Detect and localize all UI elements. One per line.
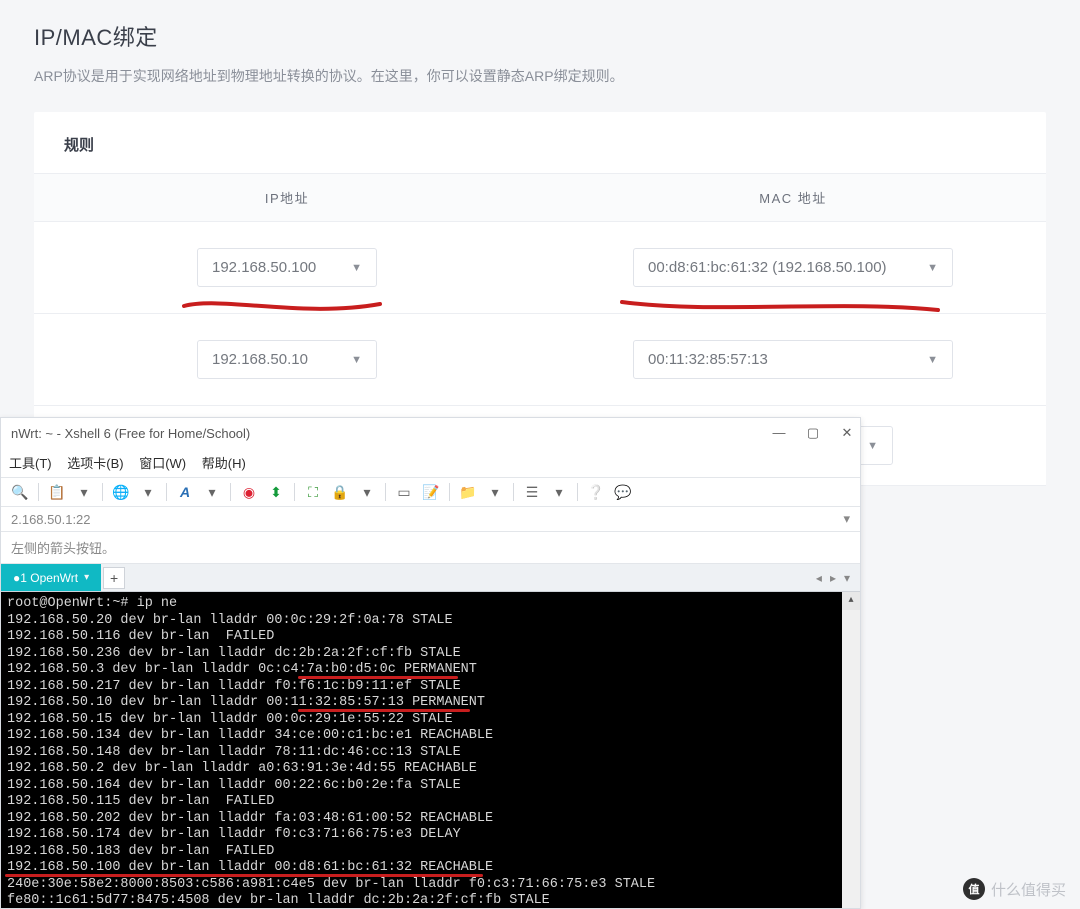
dropdown-icon[interactable]: ▾: [358, 483, 376, 501]
tab-menu-icon[interactable]: ▾: [844, 571, 850, 585]
terminal-line: 192.168.50.115 dev br-lan FAILED: [7, 794, 854, 811]
dropdown-icon[interactable]: ▾: [550, 483, 568, 501]
panel-title: 规则: [34, 112, 1046, 173]
mac-select[interactable]: 00:11:32:85:57:13 ▼: [633, 340, 953, 379]
window-title: nWrt: ~ - Xshell 6 (Free for Home/School…: [11, 426, 250, 441]
terminal-window: nWrt: ~ - Xshell 6 (Free for Home/School…: [0, 417, 861, 909]
lock-icon[interactable]: 🔒: [331, 483, 349, 501]
column-header-mac: MAC 地址: [540, 188, 1046, 207]
hint-text: 左侧的箭头按钮。: [1, 532, 860, 564]
terminal-line: fe80::1c61:5d77:8475:4508 dev br-lan lla…: [7, 893, 854, 908]
mac-value: 00:11:32:85:57:13: [648, 351, 768, 368]
copy-icon[interactable]: 📋: [48, 483, 66, 501]
terminal-line: 192.168.50.2 dev br-lan lladdr a0:63:91:…: [7, 761, 854, 778]
chevron-down-icon: ▼: [351, 262, 362, 274]
rule-row: 192.168.50.10 ▼ 00:11:32:85:57:13 ▼: [34, 314, 1046, 406]
terminal-line: 192.168.50.183 dev br-lan FAILED: [7, 844, 854, 861]
rule-row: 192.168.50.100 ▼ 00:d8:61:bc:61:32 (192.…: [34, 222, 1046, 314]
scroll-up-icon[interactable]: ▴: [842, 592, 860, 610]
terminal-output[interactable]: ▴ root@OpenWrt:~# ip ne 192.168.50.20 de…: [1, 592, 860, 908]
terminal-line: 192.168.50.202 dev br-lan lladdr fa:03:4…: [7, 811, 854, 828]
ip-select[interactable]: 192.168.50.10 ▼: [197, 340, 377, 379]
terminal-line: 192.168.50.20 dev br-lan lladdr 00:0c:29…: [7, 613, 854, 630]
chevron-down-icon: ▼: [927, 262, 938, 274]
menu-bar: 工具(T) 选项卡(B) 窗口(W) 帮助(H): [1, 448, 860, 478]
terminal-line: 192.168.50.134 dev br-lan lladdr 34:ce:0…: [7, 728, 854, 745]
minimize-button[interactable]: —: [772, 425, 786, 441]
terminal-line: 192.168.50.217 dev br-lan lladdr f0:f6:1…: [7, 679, 854, 696]
tab-next-icon[interactable]: ▸: [830, 571, 836, 585]
chevron-down-icon: ▼: [927, 354, 938, 366]
chat-icon[interactable]: 💬: [614, 483, 632, 501]
page-title: IP/MAC绑定: [34, 20, 1046, 52]
terminal-line: 192.168.50.148 dev br-lan lladdr 78:11:d…: [7, 745, 854, 762]
watermark: 值 什么值得买: [963, 878, 1066, 900]
ip-value: 192.168.50.100: [212, 259, 316, 276]
folder-icon[interactable]: 📁: [459, 483, 477, 501]
terminal-line: 192.168.50.236 dev br-lan lladdr dc:2b:2…: [7, 646, 854, 663]
terminal-line: root@OpenWrt:~# ip ne: [7, 596, 854, 613]
menu-help[interactable]: 帮助(H): [202, 456, 246, 471]
dropdown-icon[interactable]: ▾: [75, 483, 93, 501]
menu-tools[interactable]: 工具(T): [9, 456, 52, 471]
menu-tabs[interactable]: 选项卡(B): [67, 456, 123, 471]
terminal-line: 240e:30e:58e2:8000:8503:c586:a981:c4e5 d…: [7, 877, 854, 894]
transfer-icon[interactable]: ⬍: [267, 483, 285, 501]
dropdown-icon[interactable]: ▾: [139, 483, 157, 501]
new-tab-button[interactable]: +: [103, 567, 125, 589]
terminal-line: 192.168.50.164 dev br-lan lladdr 00:22:6…: [7, 778, 854, 795]
window-icon[interactable]: ▭: [395, 483, 413, 501]
record-icon[interactable]: ◉: [240, 483, 258, 501]
scrollbar[interactable]: ▴: [842, 592, 860, 908]
globe-icon[interactable]: 🌐: [112, 483, 130, 501]
properties-icon[interactable]: ☰: [523, 483, 541, 501]
watermark-text: 什么值得买: [991, 879, 1066, 900]
dropdown-icon[interactable]: ▾: [486, 483, 504, 501]
annotation-underline: [298, 709, 470, 712]
terminal-line: 192.168.50.116 dev br-lan FAILED: [7, 629, 854, 646]
column-header-ip: IP地址: [34, 188, 540, 207]
watermark-logo-icon: 值: [963, 878, 985, 900]
chevron-down-icon[interactable]: ▾: [843, 511, 850, 527]
script-icon[interactable]: 📝: [422, 483, 440, 501]
dropdown-icon[interactable]: ▾: [203, 483, 221, 501]
mac-value: 00:d8:61:bc:61:32 (192.168.50.100): [648, 259, 887, 276]
tab-prev-icon[interactable]: ◂: [816, 571, 822, 585]
search-icon[interactable]: 🔍: [11, 483, 29, 501]
terminal-line: 192.168.50.15 dev br-lan lladdr 00:0c:29…: [7, 712, 854, 729]
address-text: 2.168.50.1:22: [11, 512, 91, 527]
maximize-button[interactable]: ▢: [806, 425, 820, 441]
fullscreen-icon[interactable]: ⛶: [304, 483, 322, 501]
tab-label: 1 OpenWrt: [20, 571, 78, 585]
help-icon[interactable]: ❔: [587, 483, 605, 501]
page-description: ARP协议是用于实现网络地址到物理地址转换的协议。在这里，你可以设置静态ARP绑…: [34, 66, 1046, 86]
session-tab-openwrt[interactable]: ● 1 OpenWrt▾: [1, 564, 101, 591]
close-button[interactable]: ✕: [840, 425, 854, 441]
ip-select[interactable]: 192.168.50.100 ▼: [197, 248, 377, 287]
font-icon[interactable]: A: [176, 483, 194, 501]
ip-value: 192.168.50.10: [212, 351, 308, 368]
mac-select[interactable]: 00:d8:61:bc:61:32 (192.168.50.100) ▼: [633, 248, 953, 287]
toolbar: 🔍 📋 ▾ 🌐 ▾ A ▾ ◉ ⬍ ⛶ 🔒 ▾ ▭ 📝 📁 ▾ ☰ ▾ ❔ 💬: [1, 478, 860, 507]
annotation-underline: [298, 676, 458, 679]
terminal-line: 192.168.50.174 dev br-lan lladdr f0:c3:7…: [7, 827, 854, 844]
chevron-down-icon: ▼: [867, 440, 878, 452]
menu-window[interactable]: 窗口(W): [139, 456, 186, 471]
chevron-down-icon: ▼: [351, 354, 362, 366]
annotation-underline: [5, 874, 483, 877]
